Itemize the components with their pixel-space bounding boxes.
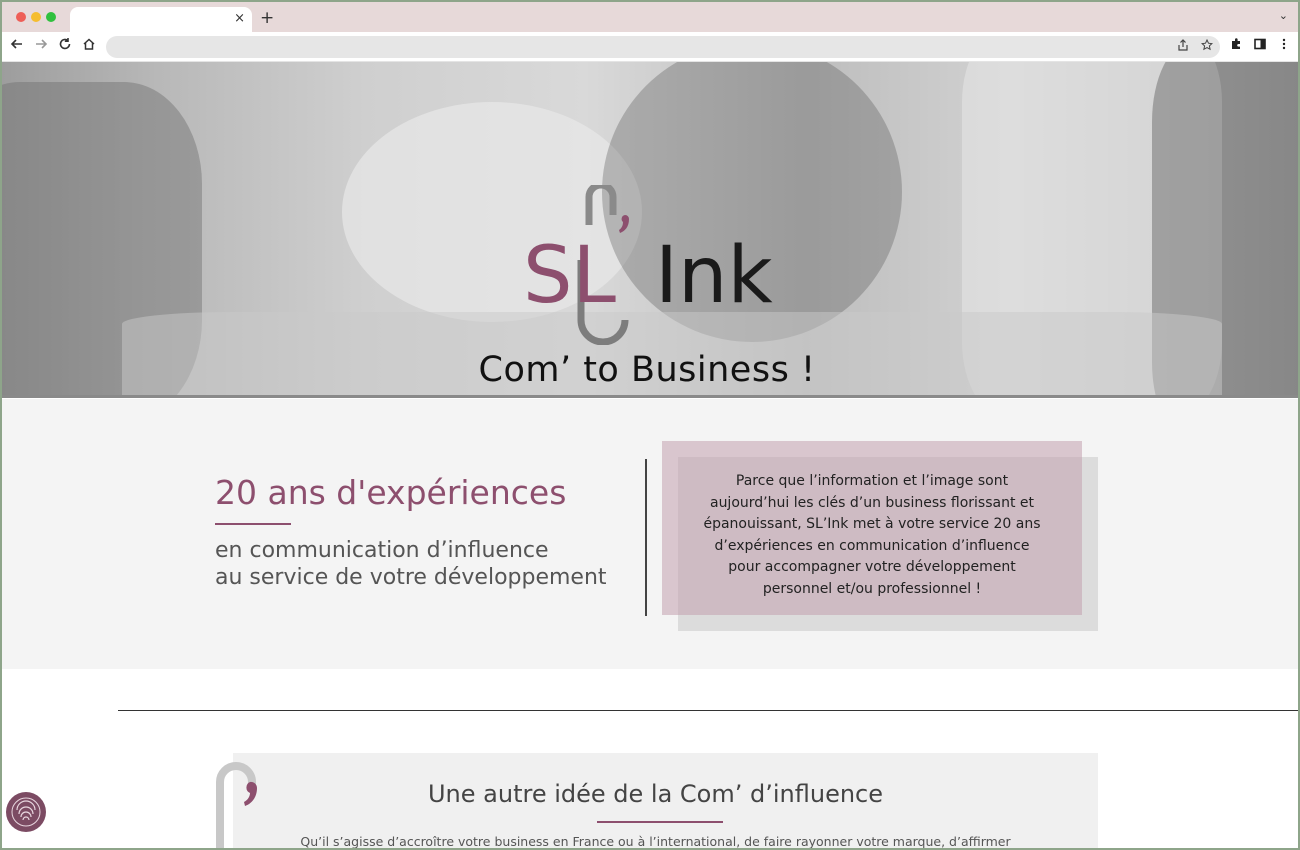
back-icon[interactable] — [8, 37, 26, 55]
hero-banner: SL Ink Com’ to Business ! — [2, 62, 1298, 397]
subtitle-line: en communication d’influence — [215, 538, 549, 563]
home-icon[interactable] — [80, 37, 98, 55]
close-window-button[interactable] — [16, 12, 26, 22]
reload-icon[interactable] — [56, 37, 74, 55]
new-tab-button[interactable]: + — [260, 8, 274, 28]
browser-tab[interactable]: × — [70, 7, 252, 32]
card-line: aujourd’hui les clés d’un business flori… — [709, 494, 1035, 511]
logo-sl-text: SL — [523, 231, 617, 321]
share-icon[interactable] — [1174, 38, 1192, 56]
section-divider — [118, 710, 1298, 711]
idea-title-underline — [597, 821, 723, 823]
fingerprint-badge-button[interactable] — [6, 792, 46, 832]
address-bar[interactable] — [106, 36, 1220, 58]
card-line: épanouissant, SL’Ink met à votre service… — [703, 516, 1041, 532]
extensions-icon[interactable] — [1227, 37, 1245, 55]
idea-text: Qu’il s’agisse d’accroître votre busines… — [300, 834, 1011, 848]
sidepanel-icon[interactable] — [1251, 37, 1269, 55]
fingerprint-icon — [11, 797, 41, 827]
card-line: Parce que l’information et l’image sont — [735, 473, 1009, 489]
experience-title: 20 ans d'expériences — [215, 473, 567, 512]
slink-logo: SL Ink — [523, 185, 773, 345]
browser-toolbar — [2, 32, 1298, 62]
tab-search-icon[interactable]: ⌄ — [1279, 9, 1288, 22]
card-line: d’expériences en communication d’influen… — [714, 537, 1030, 554]
hero-divider — [2, 395, 1298, 398]
tab-bar: × + ⌄ — [2, 2, 1298, 32]
maximize-window-button[interactable] — [46, 12, 56, 22]
card-line: pour accompagner votre développement — [728, 559, 1016, 575]
experience-section: 20 ans d'expériences en communication d’… — [2, 399, 1298, 669]
idea-title: Une autre idée de la Com’ d’influence — [427, 780, 883, 808]
browser-window: × + ⌄ SL Ink Com’ to Business ! 20 ans d… — [2, 2, 1298, 848]
subtitle-line: au service de votre développement — [215, 565, 607, 590]
hero-tagline: Com’ to Business ! — [478, 350, 816, 390]
menu-icon[interactable] — [1275, 37, 1293, 55]
minimize-window-button[interactable] — [31, 12, 41, 22]
logo-ink-text: Ink — [655, 231, 773, 321]
forward-icon[interactable] — [32, 37, 50, 55]
experience-subtitle: en communication d’influence au service … — [215, 537, 607, 591]
vertical-divider — [645, 459, 647, 616]
card-line: personnel et/ou professionnel ! — [762, 580, 982, 597]
info-card-text: Parce que l’information et l’image sont … — [678, 471, 1066, 600]
star-icon[interactable] — [1198, 38, 1216, 56]
title-underline — [215, 523, 291, 525]
tab-close-icon[interactable]: × — [234, 11, 245, 27]
